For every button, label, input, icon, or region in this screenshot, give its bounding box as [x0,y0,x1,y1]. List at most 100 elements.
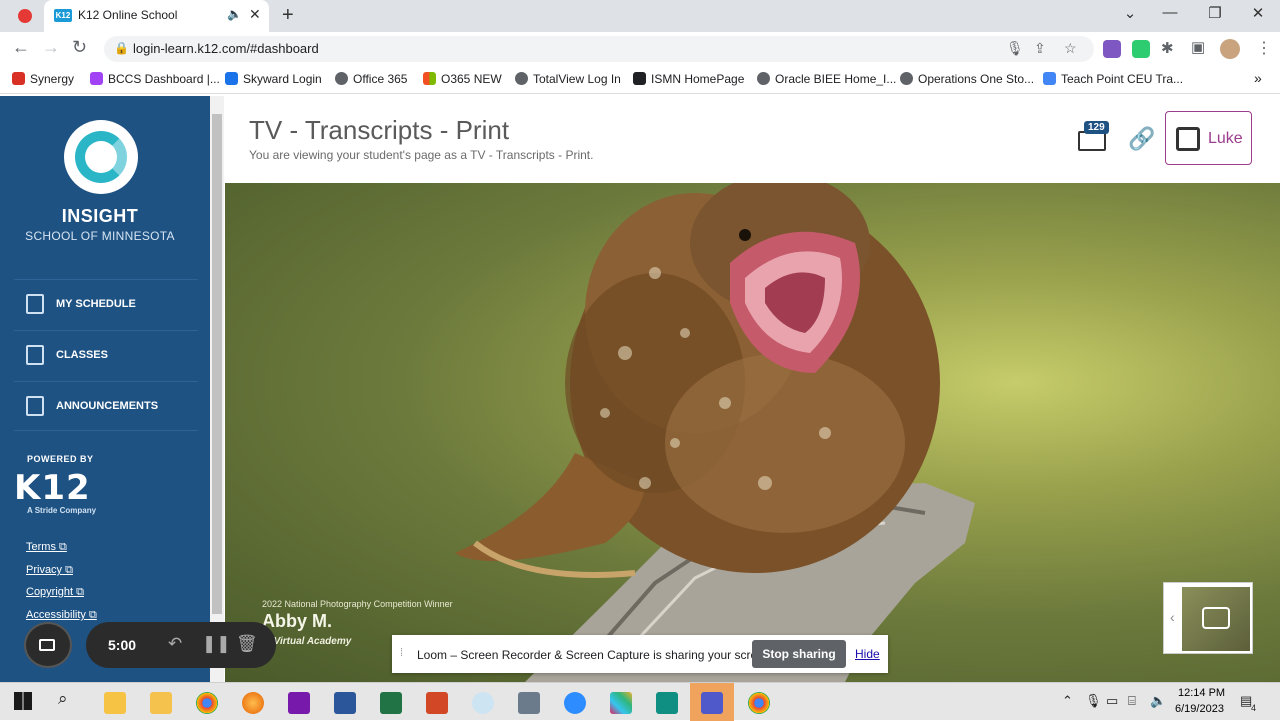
bookmark-label: Oracle BIEE Home_I... [775,72,897,86]
search-icon[interactable]: ⌕ [58,689,68,709]
tab-search-icon[interactable]: ⌄ [1110,4,1150,22]
user-name: Luke [1208,130,1243,147]
bookmark-star-icon[interactable]: ☆ [1064,40,1077,57]
bookmark-item[interactable]: O365 NEW [423,72,502,86]
word-icon[interactable] [334,692,356,714]
mail-count-badge: 129 [1084,121,1109,134]
bookmark-label: Teach Point CEU Tra... [1061,72,1184,86]
extension-icon[interactable] [1103,40,1121,58]
menu-icon[interactable]: ⋮ [1256,38,1272,58]
bookmark-label: Operations One Sto... [918,72,1035,86]
book-icon [26,345,44,365]
copyright-link[interactable]: Copyright ⧉ [26,586,84,599]
camera-widget[interactable]: ‹ [1163,582,1253,654]
stop-sharing-button[interactable]: Stop sharing [752,640,846,668]
address-bar[interactable]: 🔒 login-learn.k12.com/#dashboard 🎙 ⇪ ☆ [104,36,1094,62]
share-icon[interactable]: ⇪ [1034,40,1046,57]
bookmark-item[interactable]: Operations One Sto... [900,72,1034,86]
bookmark-favicon-icon [900,72,913,85]
sticky-notes-icon[interactable] [104,692,126,714]
new-tab-button[interactable]: + [282,4,294,27]
forward-icon[interactable]: → [42,37,60,58]
bookmark-item[interactable]: BCCS Dashboard |... [90,72,220,86]
side-panel-icon[interactable]: ▣ [1191,38,1205,56]
restore-button[interactable]: ❐ [1195,4,1235,22]
extensions-puzzle-icon[interactable]: ✱ [1161,39,1174,57]
terms-link-label: Terms [26,541,56,553]
bookmark-item[interactable]: Teach Point CEU Tra... [1043,72,1183,86]
camera-preview-thumbnail[interactable] [1182,587,1250,651]
user-menu-button[interactable]: Luke [1165,111,1252,165]
lock-icon[interactable]: 🔒 [114,41,129,55]
excel-icon[interactable] [380,692,402,714]
file-explorer-icon[interactable] [150,692,172,714]
microphone-icon[interactable]: 🎙 [1006,40,1024,57]
close-tab-icon[interactable]: ✕ [249,6,261,23]
bookmark-item[interactable]: ISMN HomePage [633,72,744,86]
sidebar: INSIGHT SCHOOL OF MINNESOTA MY SCHEDULE … [0,96,210,682]
windows-start-icon[interactable] [14,692,32,710]
chrome-profile-icon[interactable] [748,692,770,714]
extension-icon[interactable] [1132,40,1150,58]
bookmark-label: O365 NEW [441,72,502,86]
photo-credit-caption: 2022 National Photography Competition Wi… [262,599,453,609]
bookmarks-bar: Synergy BCCS Dashboard |... Skyward Logi… [0,66,1280,94]
chevron-left-icon[interactable]: ‹ [1170,609,1175,625]
browser-tab[interactable]: K12 K12 Online School 🔈 ✕ [44,0,269,32]
browser-toolbar: ← → ↻ 🔒 login-learn.k12.com/#dashboard 🎙… [0,32,1280,66]
powerpoint-icon[interactable] [426,692,448,714]
reload-icon[interactable]: ↻ [72,37,87,58]
recorder-camera-button[interactable] [24,622,72,668]
sharing-message: Loom – Screen Recorder & Screen Capture … [417,648,774,662]
camera-icon [1202,607,1230,629]
bookmark-item[interactable]: Oracle BIEE Home_I... [757,72,896,86]
bookmark-favicon-icon [633,72,646,85]
bookmark-item[interactable]: TotalView Log In [515,72,621,86]
app-icon[interactable] [656,692,678,714]
privacy-link[interactable]: Privacy ⧉ [26,564,73,577]
calculator-icon[interactable] [518,692,540,714]
firefox-icon[interactable] [242,692,264,714]
terms-link[interactable]: Terms ⧉ [26,541,67,554]
close-window-button[interactable]: ✕ [1238,4,1278,22]
slack-icon[interactable] [610,692,632,714]
nav-my-schedule[interactable]: MY SCHEDULE [14,279,198,329]
privacy-link-label: Privacy [26,564,63,576]
profile-avatar[interactable] [1220,39,1240,59]
sidebar-scrollbar[interactable] [210,96,224,682]
nav-classes[interactable]: CLASSES [14,330,198,380]
clock-date[interactable]: 6/19/2023 [1175,703,1224,715]
bookmark-item[interactable]: Office 365 [335,72,407,86]
microphone-tray-icon[interactable]: 🎙 [1085,693,1102,709]
zoom-icon[interactable] [564,692,586,714]
scrollbar-thumb[interactable] [212,114,222,614]
school-logo[interactable] [64,120,138,194]
trash-icon[interactable]: 🗑 [236,634,258,654]
link-icon[interactable]: 🔗 [1128,126,1155,152]
snipping-tool-icon[interactable] [472,692,494,714]
accessibility-link[interactable]: Accessibility ⧉ [26,609,97,622]
volume-icon[interactable]: 🔈 [1150,693,1166,709]
network-icon[interactable]: ⌸ [1128,693,1136,709]
bookmark-item[interactable]: Synergy [12,72,74,86]
copyright-link-label: Copyright [26,586,74,598]
more-bookmarks-button[interactable]: » [1254,70,1262,86]
hide-sharing-bar-link[interactable]: Hide [855,647,880,661]
taskbar-active-app[interactable] [690,683,734,721]
minimize-button[interactable]: — [1150,4,1190,21]
back-icon[interactable]: ← [12,37,30,58]
video-camera-icon [39,639,55,651]
show-hidden-icons-icon[interactable]: ⌃ [1062,693,1073,709]
mail-icon[interactable] [1078,131,1106,151]
audio-playing-icon[interactable]: 🔈 [227,7,242,21]
url-text[interactable]: login-learn.k12.com/#dashboard [133,41,319,56]
undo-icon[interactable]: ↶ [168,634,182,654]
battery-icon[interactable]: ▭ [1106,693,1118,709]
bookmark-item[interactable]: Skyward Login [225,72,322,86]
clock-time[interactable]: 12:14 PM [1178,687,1225,699]
nav-announcements[interactable]: ANNOUNCEMENTS [14,381,198,431]
onenote-icon[interactable] [288,692,310,714]
pause-icon[interactable]: ❚❚ [202,634,231,654]
chrome-icon[interactable] [196,692,218,714]
drag-handle-icon[interactable]: ⁞ [400,647,403,659]
